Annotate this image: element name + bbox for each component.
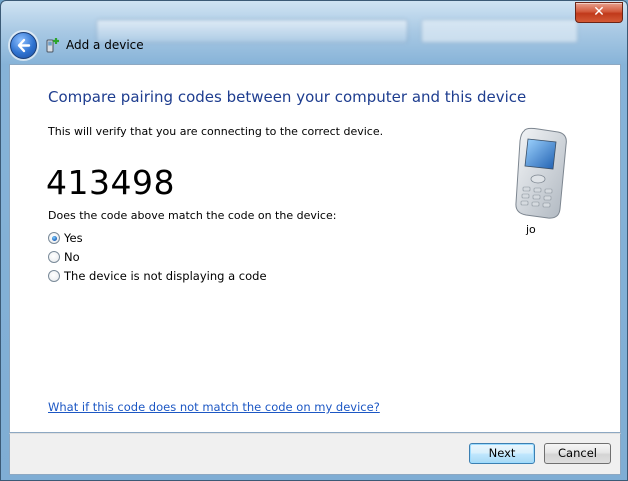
- radio-label-no-code: The device is not displaying a code: [64, 269, 267, 283]
- content-panel: Compare pairing codes between your compu…: [9, 64, 621, 433]
- radio-button-checked[interactable]: [48, 232, 60, 244]
- next-button[interactable]: Next: [469, 443, 535, 464]
- button-bar: Next Cancel: [9, 433, 621, 475]
- verify-description: This will verify that you are connecting…: [48, 125, 384, 138]
- radio-button[interactable]: [48, 251, 60, 263]
- add-device-icon: [46, 38, 59, 53]
- radio-button[interactable]: [48, 270, 60, 282]
- mobile-phone-icon: [515, 127, 567, 219]
- close-button[interactable]: ✕: [575, 2, 623, 23]
- cancel-button[interactable]: Cancel: [544, 443, 611, 464]
- radio-label-yes: Yes: [64, 231, 83, 245]
- match-question: Does the code above match the code on th…: [48, 209, 337, 222]
- back-arrow-icon: [17, 38, 31, 53]
- radio-label-no: No: [64, 250, 80, 264]
- pairing-code: 413498: [46, 163, 175, 202]
- window-title: Add a device: [66, 38, 144, 52]
- close-icon: ✕: [593, 4, 605, 20]
- window-frame: ✕ Add a device Compare pairing codes bet…: [0, 0, 628, 481]
- code-mismatch-help-link[interactable]: What if this code does not match the cod…: [48, 400, 380, 414]
- back-button[interactable]: [10, 32, 37, 59]
- device-name: jo: [526, 223, 536, 236]
- search-box-blurred: [421, 19, 578, 43]
- page-heading: Compare pairing codes between your compu…: [48, 88, 527, 106]
